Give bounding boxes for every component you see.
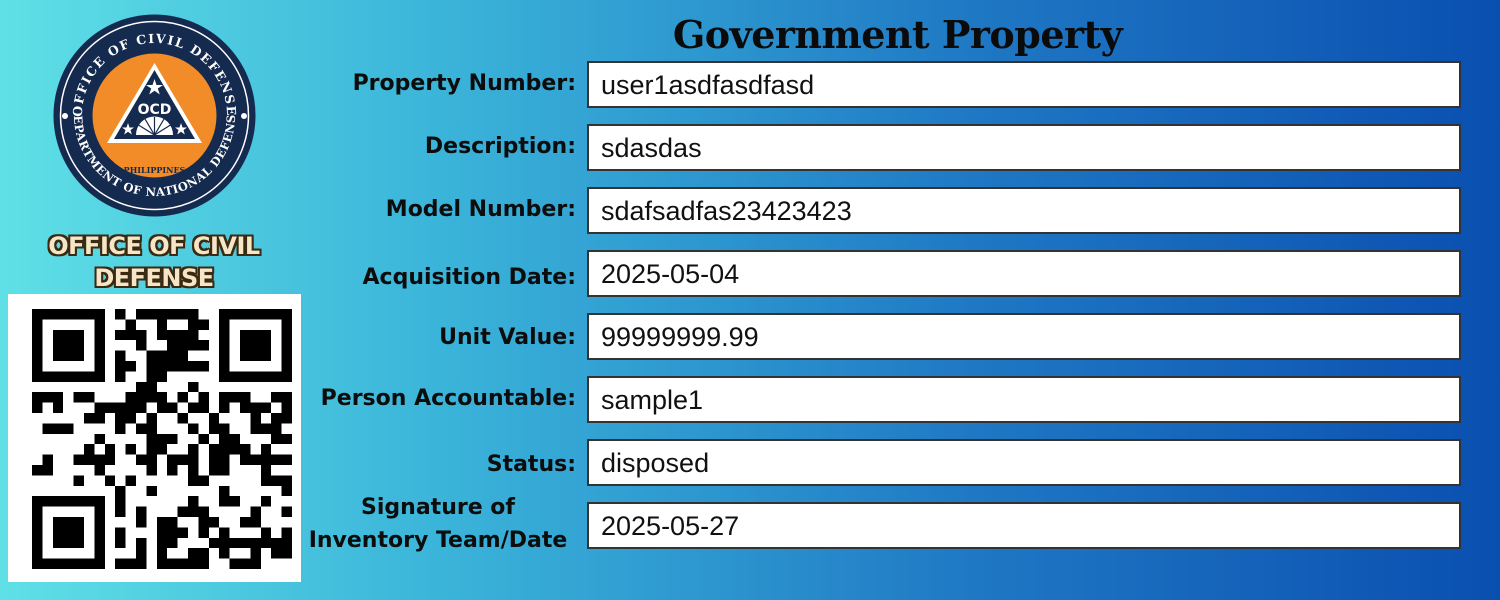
signature-date-field[interactable]: 2025-05-27: [587, 502, 1461, 549]
person-accountable-field[interactable]: sample1: [587, 376, 1461, 423]
seal-country-text: PHILIPPINES: [124, 165, 186, 175]
seal-center-text: OCD: [138, 102, 172, 118]
signature-label: Signature of Inventory Team/Date: [298, 491, 578, 557]
signature-label-line1: Signature of: [361, 495, 515, 520]
org-name-line1: OFFICE OF CIVIL: [48, 232, 260, 260]
model-number-field[interactable]: sdafsadfas23423423: [587, 187, 1461, 234]
person-accountable-label: Person Accountable:: [320, 386, 576, 411]
page-title: Government Property: [672, 12, 1123, 57]
qr-code-icon: [32, 309, 292, 569]
acquisition-date-field[interactable]: 2025-05-04: [587, 250, 1461, 297]
description-field[interactable]: sdasdas: [587, 124, 1461, 171]
acquisition-date-label: Acquisition Date:: [362, 265, 577, 290]
property-number-label: Property Number:: [352, 71, 576, 96]
signature-label-line2: Inventory Team/Date: [308, 528, 568, 553]
description-label: Description:: [424, 134, 576, 159]
status-field[interactable]: disposed: [587, 439, 1461, 486]
unit-value-label: Unit Value:: [439, 325, 576, 350]
property-number-field[interactable]: user1asdfasdfasd: [587, 61, 1461, 108]
status-label: Status:: [486, 452, 576, 477]
ocd-seal-icon: OFFICE OF CIVIL DEFENSE DEPARTMENT OF NA…: [47, 2, 257, 218]
model-number-label: Model Number:: [385, 197, 576, 222]
unit-value-field[interactable]: 99999999.99: [587, 313, 1461, 360]
